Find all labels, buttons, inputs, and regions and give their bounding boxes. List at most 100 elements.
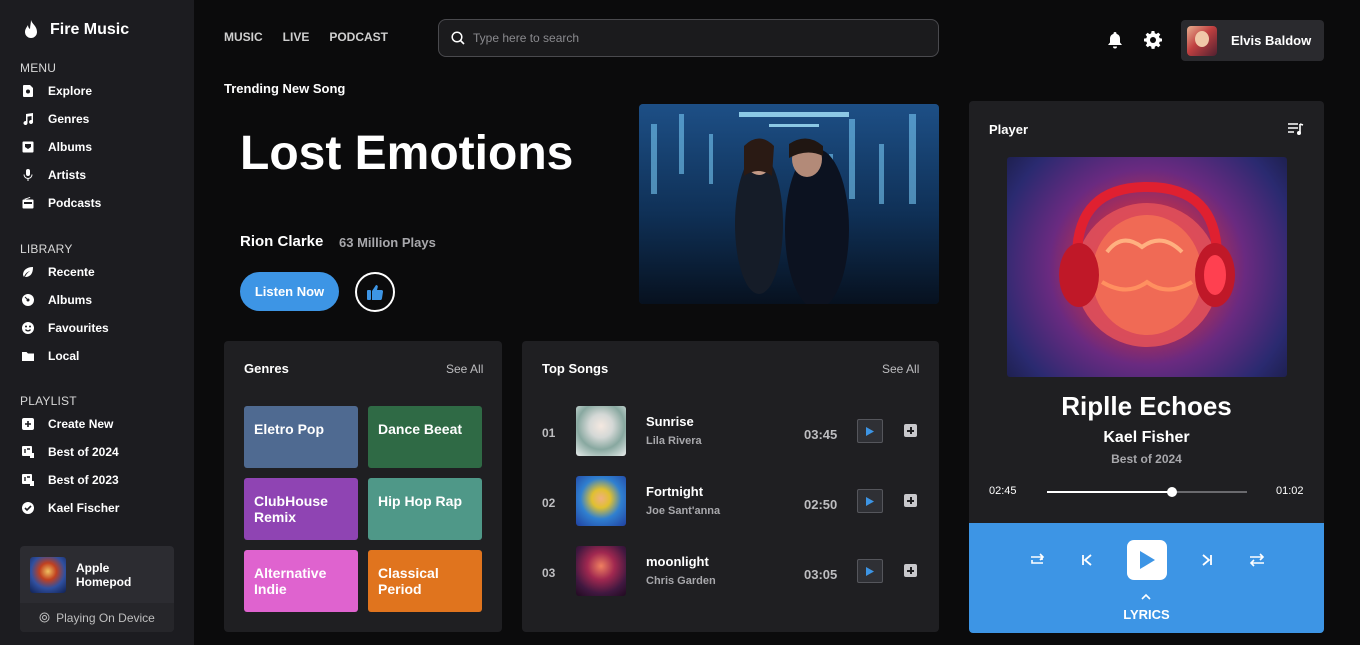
sidebar-item-label: Albums [48, 293, 93, 307]
skip-previous-icon [1082, 554, 1092, 566]
hero-cover-art [639, 104, 939, 304]
sidebar-item-label: Best of 2023 [48, 473, 119, 487]
album-cover-art [1059, 181, 1235, 347]
sidebar-item-podcasts[interactable]: Podcasts [22, 189, 101, 217]
add-to-playlist-icon[interactable] [904, 494, 917, 507]
sidebar-item-best-2024[interactable]: Best of 2024 [22, 438, 119, 466]
sidebar-item-kael-fischer[interactable]: Kael Fischer [22, 494, 119, 522]
lyrics-toggle[interactable]: LYRICS [969, 607, 1324, 622]
genres-title: Genres [244, 361, 289, 376]
sidebar-item-local[interactable]: Local [22, 342, 109, 370]
listen-now-button[interactable]: Listen Now [240, 272, 339, 311]
genre-card-clubhouse-remix[interactable]: ClubHouse Remix [244, 478, 358, 540]
shuffle-button[interactable] [1247, 551, 1267, 569]
repeat-button[interactable] [1027, 551, 1047, 569]
search-bar [438, 19, 939, 57]
add-to-playlist-icon[interactable] [904, 564, 917, 577]
sidebar-item-label: Kael Fischer [48, 501, 120, 515]
sidebar-item-favourites[interactable]: Favourites [22, 314, 109, 342]
tab-podcast[interactable]: PODCAST [329, 30, 388, 44]
genre-card-alternative-indie[interactable]: Alternative Indie [244, 550, 358, 612]
progress-fill [1047, 491, 1172, 493]
sidebar-item-library-albums[interactable]: Albums [22, 286, 109, 314]
genres-panel: Genres See All Eletro Pop Dance Beeat Cl… [224, 341, 502, 632]
play-icon [866, 566, 874, 576]
leaf-icon [23, 267, 33, 277]
bell-icon[interactable] [1105, 30, 1125, 50]
hero-cover-image [639, 104, 939, 304]
smile-icon [22, 322, 34, 334]
track-album: Best of 2024 [1111, 452, 1182, 466]
user-menu[interactable]: Elvis Baldow [1181, 20, 1324, 61]
sidebar-item-label: Best of 2024 [48, 445, 119, 459]
genre-card-classical-period[interactable]: Classical Period [368, 550, 482, 612]
previous-button[interactable] [1077, 551, 1097, 569]
playlist-section-title: PLAYLIST [20, 394, 77, 408]
shuffle-icon [1249, 553, 1265, 567]
microphone-icon [23, 169, 33, 181]
next-button[interactable] [1197, 551, 1217, 569]
thumbs-up-icon [367, 285, 384, 301]
folder-icon [22, 352, 34, 361]
queue-icon[interactable] [1288, 122, 1304, 136]
menu-nav: Explore Genres Albums Artists Podcasts [22, 77, 101, 217]
tab-live[interactable]: LIVE [283, 30, 310, 44]
app-root: Fire Music MENU Explore Genres Albums Ar… [0, 0, 1360, 645]
song-artist: Lila Rivera [646, 435, 702, 447]
song-play-button[interactable] [857, 419, 883, 443]
song-play-button[interactable] [857, 559, 883, 583]
song-number: 01 [542, 426, 556, 440]
sidebar-item-label: Recente [48, 265, 95, 279]
album-cover [1007, 157, 1287, 377]
song-row[interactable]: 02 Fortnight Joe Sant'anna 02:50 [522, 476, 939, 528]
song-duration: 03:45 [804, 427, 838, 442]
sidebar-item-albums[interactable]: Albums [22, 133, 101, 161]
progress-knob[interactable] [1167, 487, 1177, 497]
repeat-icon [1031, 553, 1045, 564]
disc-icon [22, 294, 34, 306]
trending-section-title: Trending New Song [224, 81, 346, 96]
brand[interactable]: Fire Music [22, 20, 129, 40]
sidebar-item-recente[interactable]: Recente [22, 258, 109, 286]
play-button[interactable] [1127, 540, 1167, 580]
device-thumbnail [30, 556, 66, 593]
sidebar-item-label: Create New [48, 417, 114, 431]
gear-icon[interactable] [1143, 30, 1163, 50]
radio-icon [22, 197, 34, 209]
song-title: Sunrise [646, 414, 694, 429]
song-row[interactable]: 01 Sunrise Lila Rivera 03:45 [522, 406, 939, 458]
tab-music[interactable]: MUSIC [224, 30, 263, 44]
device-status-label: Playing On Device [56, 610, 155, 625]
song-thumbnail [576, 546, 626, 596]
search-input[interactable] [473, 31, 913, 45]
sidebar-item-explore[interactable]: Explore [22, 77, 101, 105]
hero-artist[interactable]: Rion Clarke [240, 233, 323, 250]
song-number: 03 [542, 566, 556, 580]
top-songs-see-all-link[interactable]: See All [882, 362, 919, 376]
track-title: Riplle Echoes [1061, 391, 1232, 421]
player-controls: LYRICS [969, 523, 1324, 633]
add-to-playlist-icon[interactable] [904, 424, 917, 437]
sidebar-item-label: Genres [48, 112, 90, 126]
genre-card-eletro-pop[interactable]: Eletro Pop [244, 406, 358, 468]
sidebar: Fire Music MENU Explore Genres Albums Ar… [0, 0, 194, 645]
genre-card-dance-beeat[interactable]: Dance Beeat [368, 406, 482, 468]
chevron-up-icon[interactable] [1141, 593, 1151, 601]
sidebar-item-artists[interactable]: Artists [22, 161, 101, 189]
genres-see-all-link[interactable]: See All [446, 362, 483, 376]
top-songs-title: Top Songs [542, 361, 609, 376]
progress-bar[interactable] [1047, 487, 1247, 497]
hero-song-title: Lost Emotions [240, 127, 574, 180]
sidebar-item-best-2023[interactable]: Best of 2023 [22, 466, 119, 494]
song-play-button[interactable] [857, 489, 883, 513]
play-icon [866, 426, 874, 436]
sidebar-item-create-new[interactable]: Create New [22, 410, 119, 438]
explore-icon [23, 85, 33, 97]
song-row[interactable]: 03 moonlight Chris Garden 03:05 [522, 546, 939, 598]
device-card[interactable]: Apple Homepod Playing On Device [20, 546, 174, 632]
sidebar-item-genres[interactable]: Genres [22, 105, 101, 133]
brand-name: Fire Music [50, 21, 130, 38]
plus-box-icon [22, 418, 34, 430]
genre-card-hip-hop-rap[interactable]: Hip Hop Rap [368, 478, 482, 540]
like-button[interactable] [355, 272, 395, 312]
